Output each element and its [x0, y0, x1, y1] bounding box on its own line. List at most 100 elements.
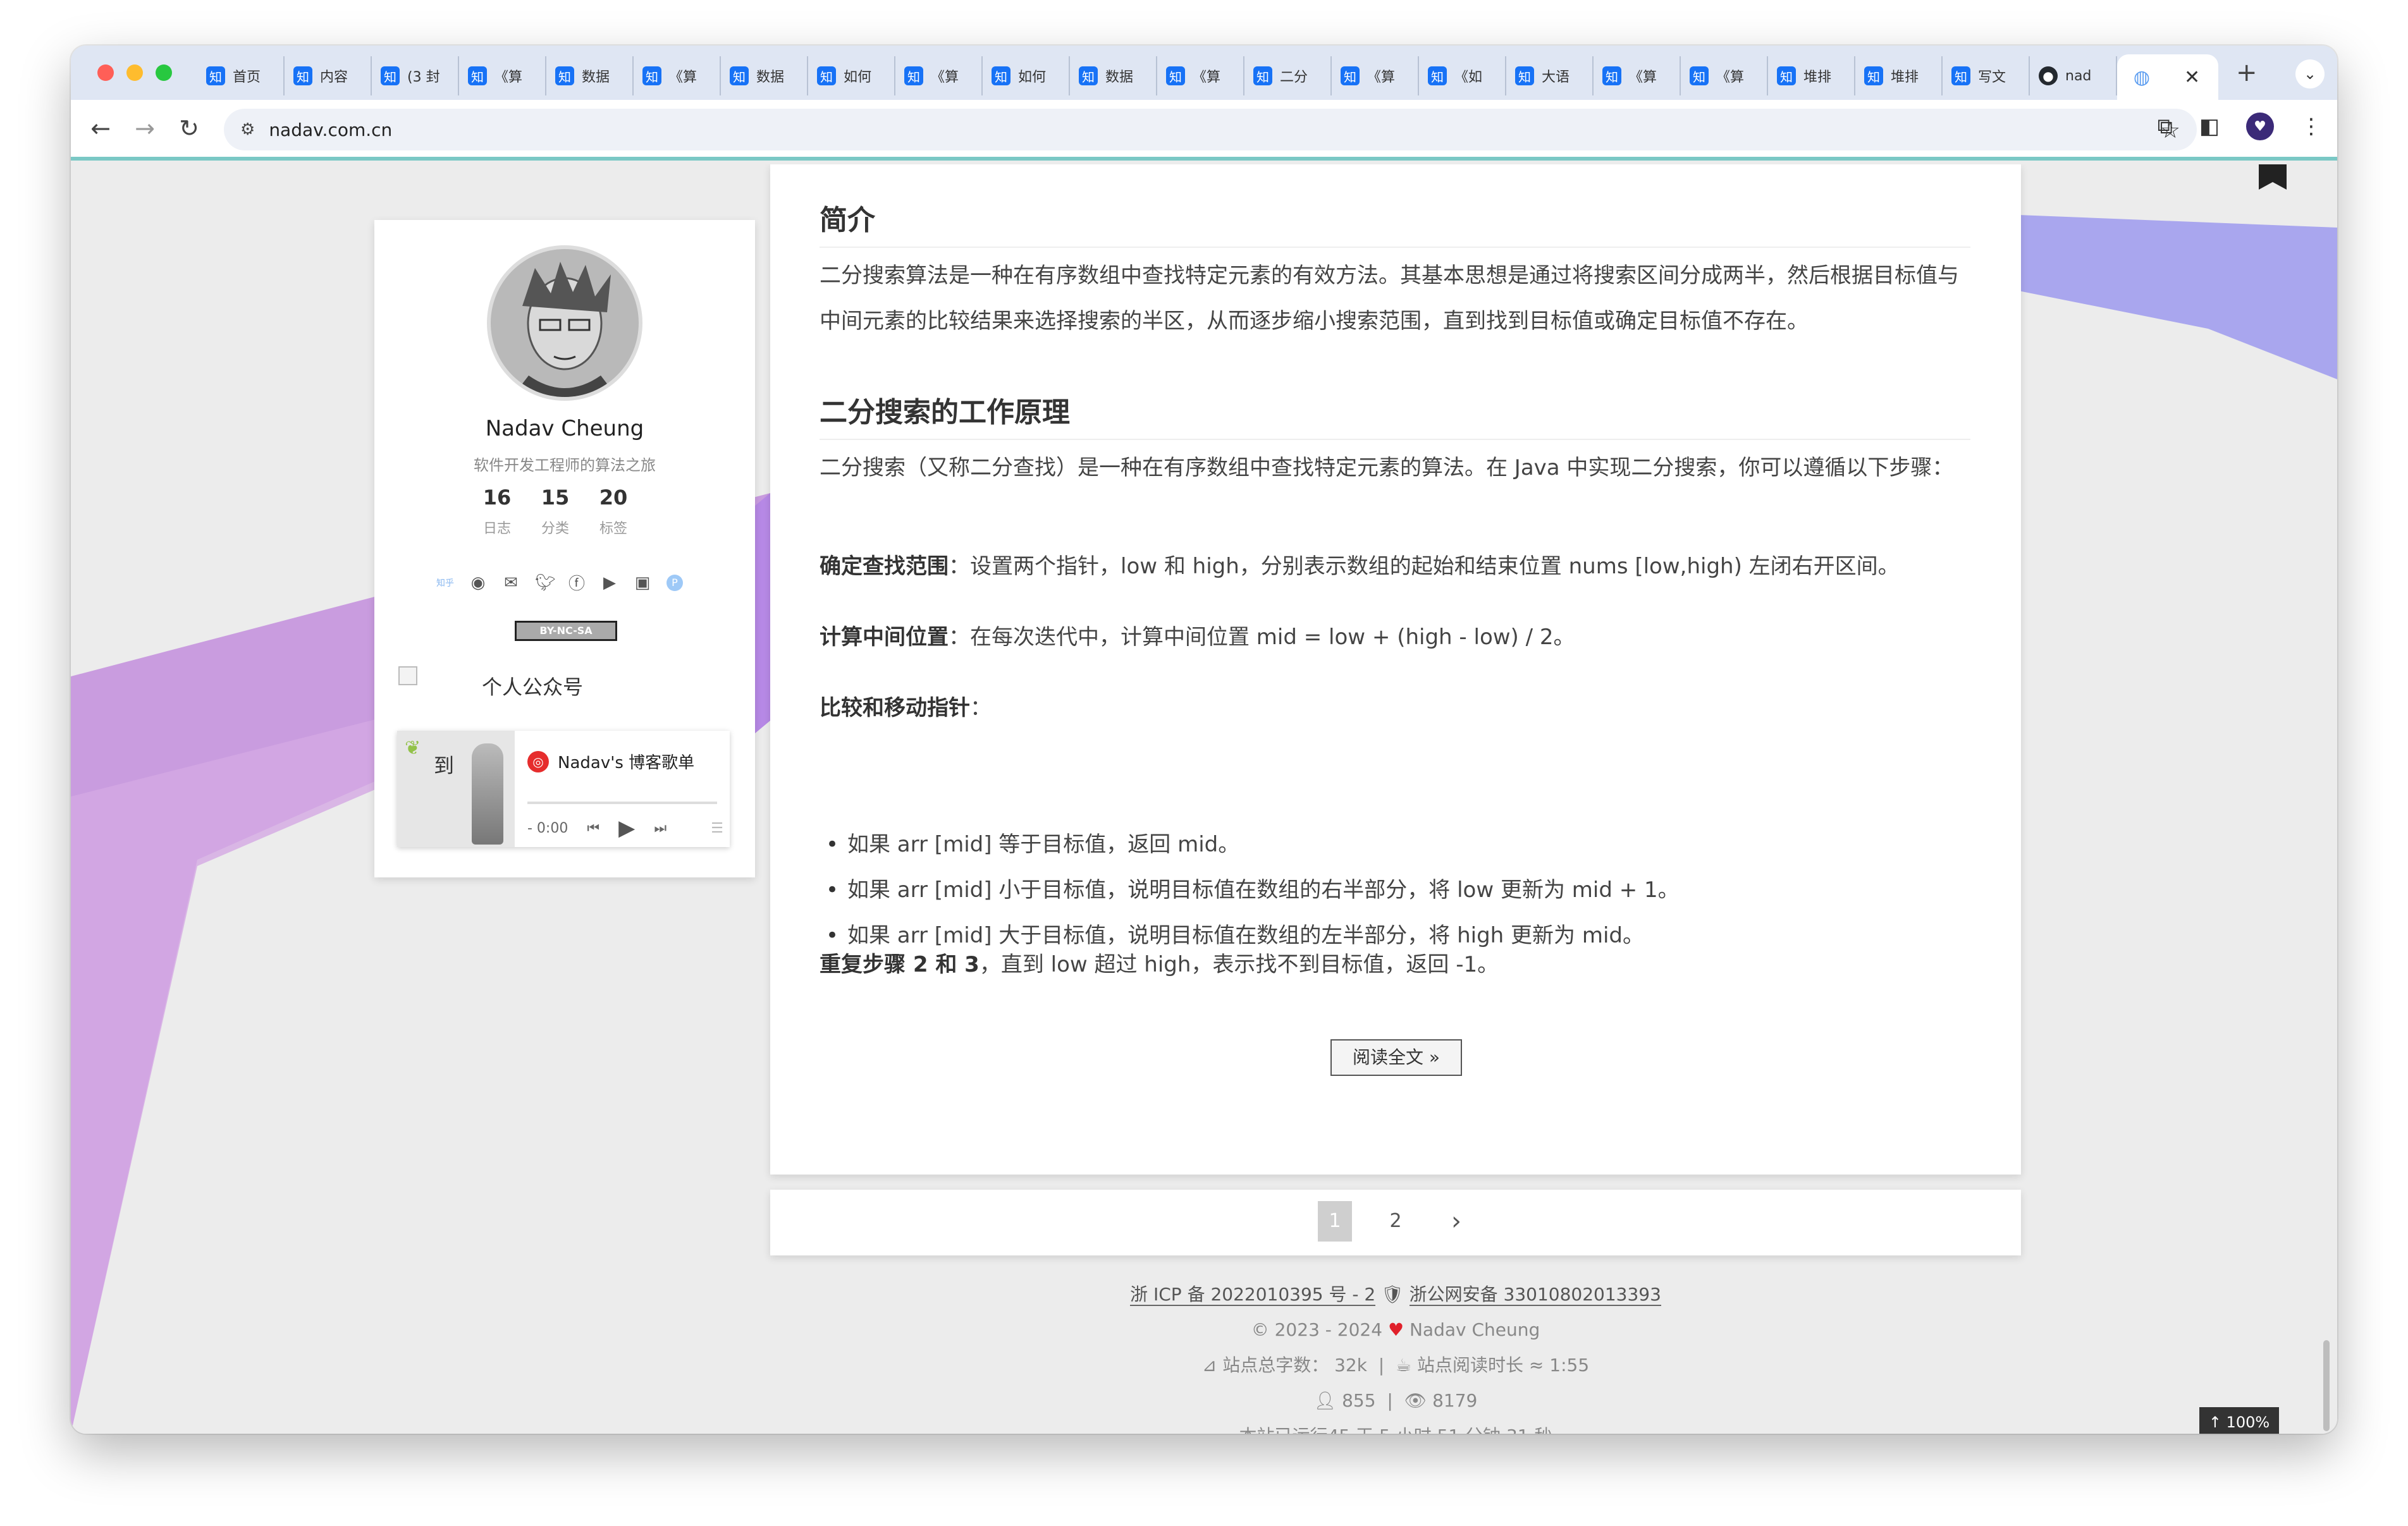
- next-page-chevron-icon[interactable]: ›: [1439, 1201, 1473, 1242]
- tab-1[interactable]: 知内容: [285, 56, 372, 95]
- browser-window: 知首页知内容知 (3 封知《算知数据知《算知数据知如何知《算知如何知数据知《算知二…: [71, 46, 2337, 1434]
- footer-uptime: 本站已运行45 天 5 小时 51 分钟 31 秒: [770, 1419, 2021, 1434]
- cover-text: 到: [434, 754, 455, 778]
- tab-13[interactable]: 知《算: [1332, 56, 1419, 95]
- forward-arrow-icon[interactable]: →: [123, 114, 167, 142]
- tab-20[interactable]: 知写文: [1943, 56, 2030, 95]
- footer-visit-stats: 👤︎ 855 | 👁︎ 8179: [1313, 1390, 1478, 1411]
- site-settings-icon[interactable]: ⚙: [240, 120, 255, 139]
- zhihu-favicon-icon: 知: [468, 66, 487, 85]
- close-tab-icon[interactable]: ✕: [2184, 66, 2200, 89]
- facebook-icon[interactable]: ⓕ: [568, 571, 586, 594]
- pagination: 1 2 ›: [770, 1190, 2021, 1255]
- tab-21[interactable]: ● nad: [2030, 56, 2117, 95]
- icp-link[interactable]: 浙 ICP 备 2022010395 号 - 2: [1130, 1284, 1376, 1306]
- zhihu-favicon-icon: 知: [1690, 66, 1709, 85]
- stat-posts[interactable]: 16 日志: [481, 485, 513, 537]
- copyright-name: Nadav Cheung: [1409, 1319, 1540, 1340]
- tab-14[interactable]: 知《如: [1419, 56, 1506, 95]
- tab-8[interactable]: 知《算: [895, 56, 983, 95]
- close-window-button[interactable]: [97, 64, 114, 81]
- reload-icon[interactable]: ↻: [167, 114, 211, 142]
- tab-16[interactable]: 知《算: [1594, 56, 1681, 95]
- album-cover[interactable]: ❦ 到: [397, 731, 515, 847]
- address-bar[interactable]: ⚙ nadav.com.cn ☆: [224, 109, 2197, 150]
- tab-0[interactable]: 知首页: [197, 56, 285, 95]
- minimize-window-button[interactable]: [126, 64, 143, 81]
- page-1-button[interactable]: 1: [1318, 1201, 1352, 1242]
- read-more-button[interactable]: 阅读全文 »: [1330, 1039, 1462, 1076]
- tab-6[interactable]: 知数据: [721, 56, 808, 95]
- play-icon[interactable]: ▶: [618, 815, 635, 841]
- stat-categories-label: 分类: [541, 521, 569, 537]
- progress-bar[interactable]: [527, 802, 717, 804]
- zhihu-favicon-icon: 知: [555, 66, 574, 85]
- github-icon[interactable]: ◉: [469, 573, 487, 592]
- tab-4[interactable]: 知数据: [546, 56, 634, 95]
- tab-title: 堆排: [1803, 70, 1832, 85]
- author-avatar: [487, 245, 642, 401]
- stat-categories[interactable]: 15 分类: [539, 485, 572, 537]
- zhihu-favicon-icon: 知: [817, 66, 836, 85]
- bilibili-icon[interactable]: ▣: [634, 573, 651, 592]
- read-time: 站点阅读时长 ≈ 1:55: [1417, 1355, 1590, 1376]
- tab-search-chevron-down-icon[interactable]: ⌄: [2295, 59, 2325, 89]
- twitter-icon[interactable]: 🐦︎: [535, 573, 556, 592]
- page-2-button[interactable]: 2: [1379, 1201, 1413, 1242]
- step-3: 比较和移动指针：: [820, 685, 1970, 731]
- page-scrollbar[interactable]: [2323, 1340, 2330, 1431]
- tab-title: 《算: [931, 70, 959, 85]
- tab-18[interactable]: 知堆排: [1768, 56, 1855, 95]
- step-3-list: 如果 arr [mid] 等于目标值，返回 mid。 如果 arr [mid] …: [820, 822, 1970, 958]
- profile-avatar-icon[interactable]: ♥: [2246, 113, 2274, 140]
- email-icon[interactable]: ✉: [502, 573, 520, 592]
- tab-5[interactable]: 知《算: [634, 56, 721, 95]
- toolbar-actions: ⧉ ◧ ♥ ⋮: [2158, 113, 2322, 140]
- back-to-top-button[interactable]: ↑ 100%: [2199, 1407, 2279, 1434]
- tab-title: 首页: [233, 70, 261, 85]
- user-icon: 👤︎: [1313, 1390, 1337, 1411]
- tab-17[interactable]: 知《算: [1681, 56, 1768, 95]
- tab-title: 内容: [320, 70, 348, 85]
- tab-3[interactable]: 知《算: [459, 56, 546, 95]
- tab-10[interactable]: 知数据: [1070, 56, 1157, 95]
- tab-title: 《算: [494, 70, 523, 85]
- new-tab-button[interactable]: +: [2236, 58, 2258, 87]
- cc-license-badge[interactable]: BY-NC-SA: [515, 621, 617, 641]
- tab-11[interactable]: 知《算: [1157, 56, 1244, 95]
- youtube-icon[interactable]: ▶: [601, 573, 618, 592]
- tab-19[interactable]: 知堆排: [1855, 56, 1943, 95]
- zhihu-favicon-icon: 知: [1428, 66, 1447, 85]
- playlist-title-row: ◎ Nadav's 博客歌单: [527, 750, 717, 773]
- previous-track-icon[interactable]: ⏮: [587, 821, 599, 836]
- word-count: 站点总字数： 32k: [1222, 1355, 1367, 1376]
- more-menu-icon[interactable]: ⋮: [2300, 114, 2322, 139]
- playlist-icon[interactable]: ☰: [711, 821, 723, 836]
- github-icon: ●: [2039, 66, 2058, 85]
- tab-title: 《算: [1193, 70, 1221, 85]
- tab-15[interactable]: 知大语: [1506, 56, 1594, 95]
- zhihu-icon[interactable]: 知乎: [436, 577, 454, 589]
- stat-tags[interactable]: 20 标签: [597, 485, 630, 537]
- tab-active[interactable]: ◍ ✕: [2117, 54, 2218, 100]
- tab-12[interactable]: 知二分: [1244, 56, 1332, 95]
- article-card: 简介 二分搜索算法是一种在有序数组中查找特定元素的有效方法。其基本思想是通过将搜…: [770, 164, 2021, 1175]
- back-arrow-icon[interactable]: ←: [78, 114, 123, 142]
- info-icon[interactable]: P: [666, 574, 683, 591]
- tab-9[interactable]: 知如何: [983, 56, 1070, 95]
- side-panel-icon[interactable]: ◧: [2199, 114, 2220, 139]
- tab-2[interactable]: 知 (3 封: [372, 56, 459, 95]
- url-text[interactable]: nadav.com.cn: [269, 119, 392, 140]
- tab-7[interactable]: 知如何: [808, 56, 895, 95]
- tab-title: 二分: [1280, 70, 1308, 85]
- view-count: 8179: [1432, 1390, 1478, 1411]
- zhihu-favicon-icon: 知: [1341, 66, 1360, 85]
- next-track-icon[interactable]: ⏭: [654, 821, 666, 836]
- extensions-puzzle-icon[interactable]: ⧉: [2158, 114, 2173, 139]
- police-link[interactable]: 浙公网安备 33010802013393: [1409, 1284, 1661, 1306]
- heading-principle: 二分搜索的工作原理: [820, 389, 1970, 440]
- avatar-sketch-image: [491, 249, 639, 397]
- step-4-title: 重复步骤 2 和 3: [820, 952, 980, 977]
- maximize-window-button[interactable]: [156, 64, 172, 81]
- site-footer: 浙 ICP 备 2022010395 号 - 2 🛡︎ 浙公网安备 330108…: [770, 1277, 2021, 1434]
